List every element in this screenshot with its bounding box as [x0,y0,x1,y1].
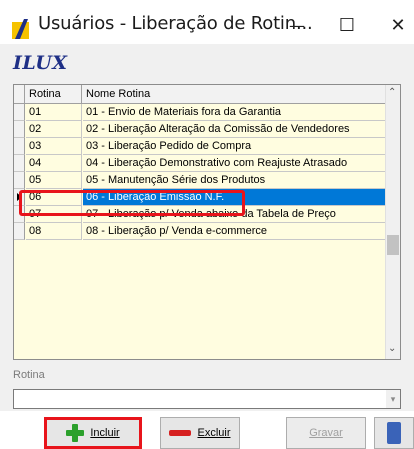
column-header-nome-rotina[interactable]: Nome Rotina [83,85,387,103]
row-indicator[interactable] [14,155,25,172]
title-bar: Usuários - Liberação de Rotin... — ☐ ✕ [0,0,414,44]
cell-nome-rotina[interactable]: 04 - Liberação Demonstrativo com Reajust… [83,155,387,172]
table-row[interactable]: 01 01 - Envio de Materiais fora da Garant… [14,104,387,121]
cell-nome-rotina[interactable]: 03 - Liberação Pedido de Compra [83,138,387,155]
row-indicator[interactable] [14,121,25,138]
minus-icon [169,430,192,436]
plus-icon [66,424,85,442]
table-row[interactable]: 05 05 - Manutenção Série dos Produtos [14,172,387,189]
cell-rotina[interactable]: 04 [26,155,82,172]
close-button[interactable]: ✕ [375,10,414,40]
row-indicator[interactable] [14,104,25,121]
app-logo-icon [12,19,29,39]
row-indicator[interactable] [14,172,25,189]
cell-nome-rotina[interactable]: 02 - Liberação Alteração da Comissão de … [83,121,387,138]
grid-indicator-header [14,85,25,103]
table-row[interactable]: 02 02 - Liberação Alteração da Comissão d… [14,121,387,138]
selected-row-highlight [19,190,245,216]
column-header-rotina[interactable]: Rotina [26,85,82,103]
row-indicator[interactable] [14,138,25,155]
maximize-icon: ☐ [338,14,356,36]
gravar-button[interactable]: Gravar [286,417,366,449]
maximize-button[interactable]: ☐ [324,10,370,40]
cell-rotina[interactable]: 03 [26,138,82,155]
cell-rotina[interactable]: 01 [26,104,82,121]
cell-nome-rotina[interactable]: 01 - Envio de Materiais fora da Garantia [83,104,387,121]
table-row[interactable]: 04 04 - Liberação Demonstrativo com Reaju… [14,155,387,172]
scrollbar-thumb[interactable] [387,235,399,255]
window-title: Usuários - Liberação de Rotin... [38,13,313,34]
rotina-input[interactable]: ▾ [13,389,401,409]
rotina-label: Rotina [13,369,45,381]
exit-button[interactable] [374,417,414,449]
cell-nome-rotina[interactable]: 05 - Manutenção Série dos Produtos [83,172,387,189]
incluir-button-label: Incluir [90,427,120,439]
scroll-down-icon[interactable]: ⌄ [388,343,396,354]
row-indicator[interactable] [14,223,25,240]
minimize-icon: — [289,15,305,35]
grid-header: Rotina Nome Rotina [14,85,387,104]
table-row[interactable]: 03 03 - Liberação Pedido de Compra [14,138,387,155]
scroll-up-icon[interactable]: ⌃ [388,87,396,98]
table-row[interactable]: 08 08 - Liberação p/ Venda e-commerce [14,223,387,240]
excluir-button-label: Excluir [197,427,231,439]
minimize-button[interactable]: — [274,10,320,40]
rotinas-grid[interactable]: Rotina Nome Rotina 01 01 - Envio de Mater… [13,84,401,360]
vertical-scrollbar[interactable]: ⌃ ⌄ [385,85,400,359]
gravar-button-label: Gravar [309,427,343,439]
rotina-input-scroll-icon[interactable]: ▾ [386,390,400,408]
exit-door-icon [387,422,401,444]
close-icon: ✕ [390,14,406,36]
cell-rotina[interactable]: 08 [26,223,82,240]
window-content: ILUX Rotina Nome Rotina 01 01 - Envio de … [0,44,414,449]
brand-logo-text: ILUX [13,52,68,74]
cell-rotina[interactable]: 02 [26,121,82,138]
excluir-button[interactable]: Excluir [160,417,240,449]
cell-nome-rotina[interactable]: 08 - Liberação p/ Venda e-commerce [83,223,387,240]
incluir-button[interactable]: Incluir [44,417,142,449]
cell-rotina[interactable]: 05 [26,172,82,189]
